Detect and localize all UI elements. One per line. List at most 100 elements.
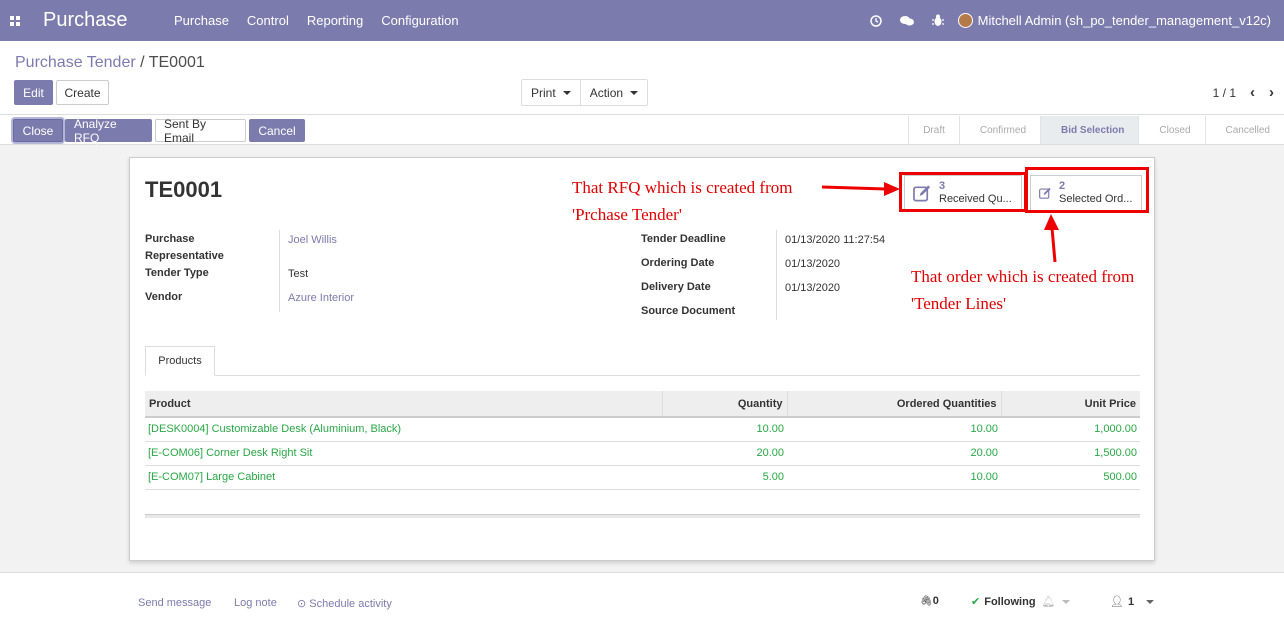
- ordering-date-label: Ordering Date: [641, 257, 715, 269]
- print-dropdown[interactable]: Print: [522, 80, 581, 105]
- avatar: [957, 13, 973, 28]
- table-footer: [145, 514, 1140, 518]
- create-button[interactable]: Create: [56, 80, 109, 105]
- breadcrumb-separator: /: [140, 54, 145, 71]
- column-header-quantity[interactable]: Quantity: [661, 391, 787, 418]
- tender-type-value: Test: [288, 268, 309, 280]
- bug-icon[interactable]: [923, 14, 954, 27]
- followers-button[interactable]: 👤︎ 1: [1110, 595, 1155, 608]
- tab-products[interactable]: Products: [145, 346, 215, 376]
- pager-value[interactable]: 1 / 1: [1213, 86, 1236, 100]
- user-icon: 👤︎: [1110, 596, 1124, 608]
- record-title: TE0001: [145, 177, 223, 202]
- schedule-activity-button[interactable]: ⊙ Schedule activity: [297, 597, 392, 610]
- pager: 1 / 1 ‹ ›: [1213, 84, 1274, 101]
- cell-unit-price: 1,500.00: [1001, 441, 1140, 466]
- attachments-button[interactable]: 🖇 0: [920, 595, 939, 607]
- menu-purchase[interactable]: Purchase: [165, 13, 238, 28]
- column-header-product[interactable]: Product: [145, 391, 662, 418]
- edit-button[interactable]: Edit: [14, 80, 53, 105]
- annotation-order-line1: That order which is created from: [911, 267, 1135, 286]
- paperclip-icon: 🖇: [920, 595, 933, 607]
- attachments-count: 0: [932, 595, 939, 607]
- caret-down-icon: [1146, 599, 1155, 604]
- status-bar: Close Analyze RFQ Sent By Email Cancel D…: [0, 116, 1284, 145]
- representative-value[interactable]: Joel Willis: [288, 232, 337, 249]
- chevron-left-icon[interactable]: ‹: [1250, 84, 1255, 101]
- clock-icon[interactable]: [861, 14, 892, 27]
- stage-confirmed: Confirmed: [958, 116, 1040, 144]
- breadcrumb: Purchase Tender / TE0001: [15, 54, 205, 72]
- send-message-button[interactable]: Send message: [138, 597, 211, 609]
- annotation-rfq-line2: 'Prchase Tender': [572, 205, 682, 224]
- annotation-rfq-line1: That RFQ which is created from: [572, 178, 793, 197]
- tender-deadline-value: 01/13/2020 11:27:54: [785, 234, 886, 246]
- tender-type-label: Tender Type: [145, 267, 209, 279]
- action-dropdown[interactable]: Action: [581, 80, 647, 105]
- stage-bid-selection: Bid Selection: [1040, 116, 1139, 144]
- cell-ordered-quantities: 20.00: [787, 441, 1001, 466]
- column-header-unit-price[interactable]: Unit Price: [1000, 391, 1140, 418]
- table-row[interactable]: [DESK0004] Customizable Desk (Aluminium,…: [145, 417, 1140, 442]
- cell-unit-price: 500.00: [1001, 465, 1140, 490]
- action-label: Action: [589, 85, 624, 100]
- cell-ordered-quantities: 10.00: [787, 417, 1001, 442]
- cell-product: [DESK0004] Customizable Desk (Aluminium,…: [145, 417, 662, 442]
- caret-down-icon: [562, 90, 571, 95]
- ordering-date-value: 01/13/2020: [785, 258, 841, 270]
- chatter: Send message Log note ⊙ Schedule activit…: [0, 572, 1284, 638]
- user-menu[interactable]: Mitchell Admin (sh_po_tender_management_…: [957, 13, 1284, 28]
- tab-divider: [145, 375, 1140, 376]
- tender-lines-table: Product Quantity Ordered Quantities Unit…: [145, 391, 1140, 490]
- print-label: Print: [531, 85, 556, 100]
- check-icon: ✔: [971, 596, 981, 608]
- following-label: Following: [984, 595, 1036, 608]
- close-button[interactable]: Close: [13, 119, 63, 142]
- chevron-right-icon[interactable]: ›: [1269, 84, 1274, 101]
- stage-cancelled: Cancelled: [1204, 116, 1284, 144]
- following-button[interactable]: ✔ Following 🔔︎: [971, 595, 1070, 608]
- cell-unit-price: 1,000.00: [1001, 417, 1140, 442]
- analyze-rfq-button[interactable]: Analyze RFQ: [65, 117, 152, 145]
- stage-draft: Draft: [908, 116, 959, 144]
- chat-icon[interactable]: [892, 15, 923, 27]
- cell-quantity: 20.00: [662, 441, 787, 466]
- vendor-label: Vendor: [145, 291, 183, 303]
- field-divider: [776, 230, 777, 320]
- breadcrumb-parent[interactable]: Purchase Tender: [15, 54, 136, 71]
- column-header-ordered-quantities[interactable]: Ordered Quantities: [786, 391, 1001, 418]
- annotation-order-line2: 'Tender Lines': [911, 294, 1007, 313]
- apps-menu-icon[interactable]: [0, 0, 30, 41]
- menu-reporting[interactable]: Reporting: [298, 13, 372, 28]
- menu-control[interactable]: Control: [238, 13, 298, 28]
- table-header-row: Product Quantity Ordered Quantities Unit…: [145, 391, 1140, 418]
- sidebar-dropdowns: Print Action: [521, 79, 649, 106]
- delivery-date-label: Delivery Date: [641, 281, 711, 293]
- vendor-value[interactable]: Azure Interior: [288, 290, 354, 307]
- cancel-button[interactable]: Cancel: [249, 119, 305, 142]
- schedule-activity-label: Schedule activity: [309, 598, 392, 610]
- table-row[interactable]: [E-COM07] Large Cabinet 5.00 10.00 500.0…: [145, 465, 1140, 490]
- log-note-button[interactable]: Log note: [234, 597, 277, 609]
- stage-closed: Closed: [1138, 116, 1204, 144]
- menu-configuration[interactable]: Configuration: [372, 13, 467, 28]
- cell-quantity: 5.00: [662, 465, 787, 490]
- control-panel: Purchase Tender / TE0001 Edit Create Pri…: [0, 41, 1284, 115]
- cell-ordered-quantities: 10.00: [787, 465, 1001, 490]
- caret-down-icon: [630, 90, 639, 95]
- caret-down-icon[interactable]: [1061, 599, 1070, 604]
- main-menu: Purchase Control Reporting Configuration: [165, 13, 468, 28]
- app-title: Purchase: [43, 9, 128, 31]
- stage-pipeline: Draft Confirmed Bid Selection Closed Can…: [908, 116, 1284, 144]
- source-document-label: Source Document: [641, 305, 736, 317]
- user-name: Mitchell Admin (sh_po_tender_management_…: [977, 13, 1271, 28]
- representative-label-line1: Purchase: [145, 233, 195, 245]
- delivery-date-value: 01/13/2020: [785, 282, 841, 294]
- field-divider: [279, 230, 280, 312]
- bell-icon[interactable]: 🔔︎: [1042, 595, 1056, 608]
- table-row[interactable]: [E-COM06] Corner Desk Right Sit 20.00 20…: [145, 441, 1140, 466]
- clock-icon: ⊙: [297, 598, 307, 610]
- sent-by-email-button[interactable]: Sent By Email: [155, 117, 246, 145]
- annotation-box-rfq: [899, 172, 1027, 212]
- breadcrumb-current: TE0001: [148, 54, 205, 71]
